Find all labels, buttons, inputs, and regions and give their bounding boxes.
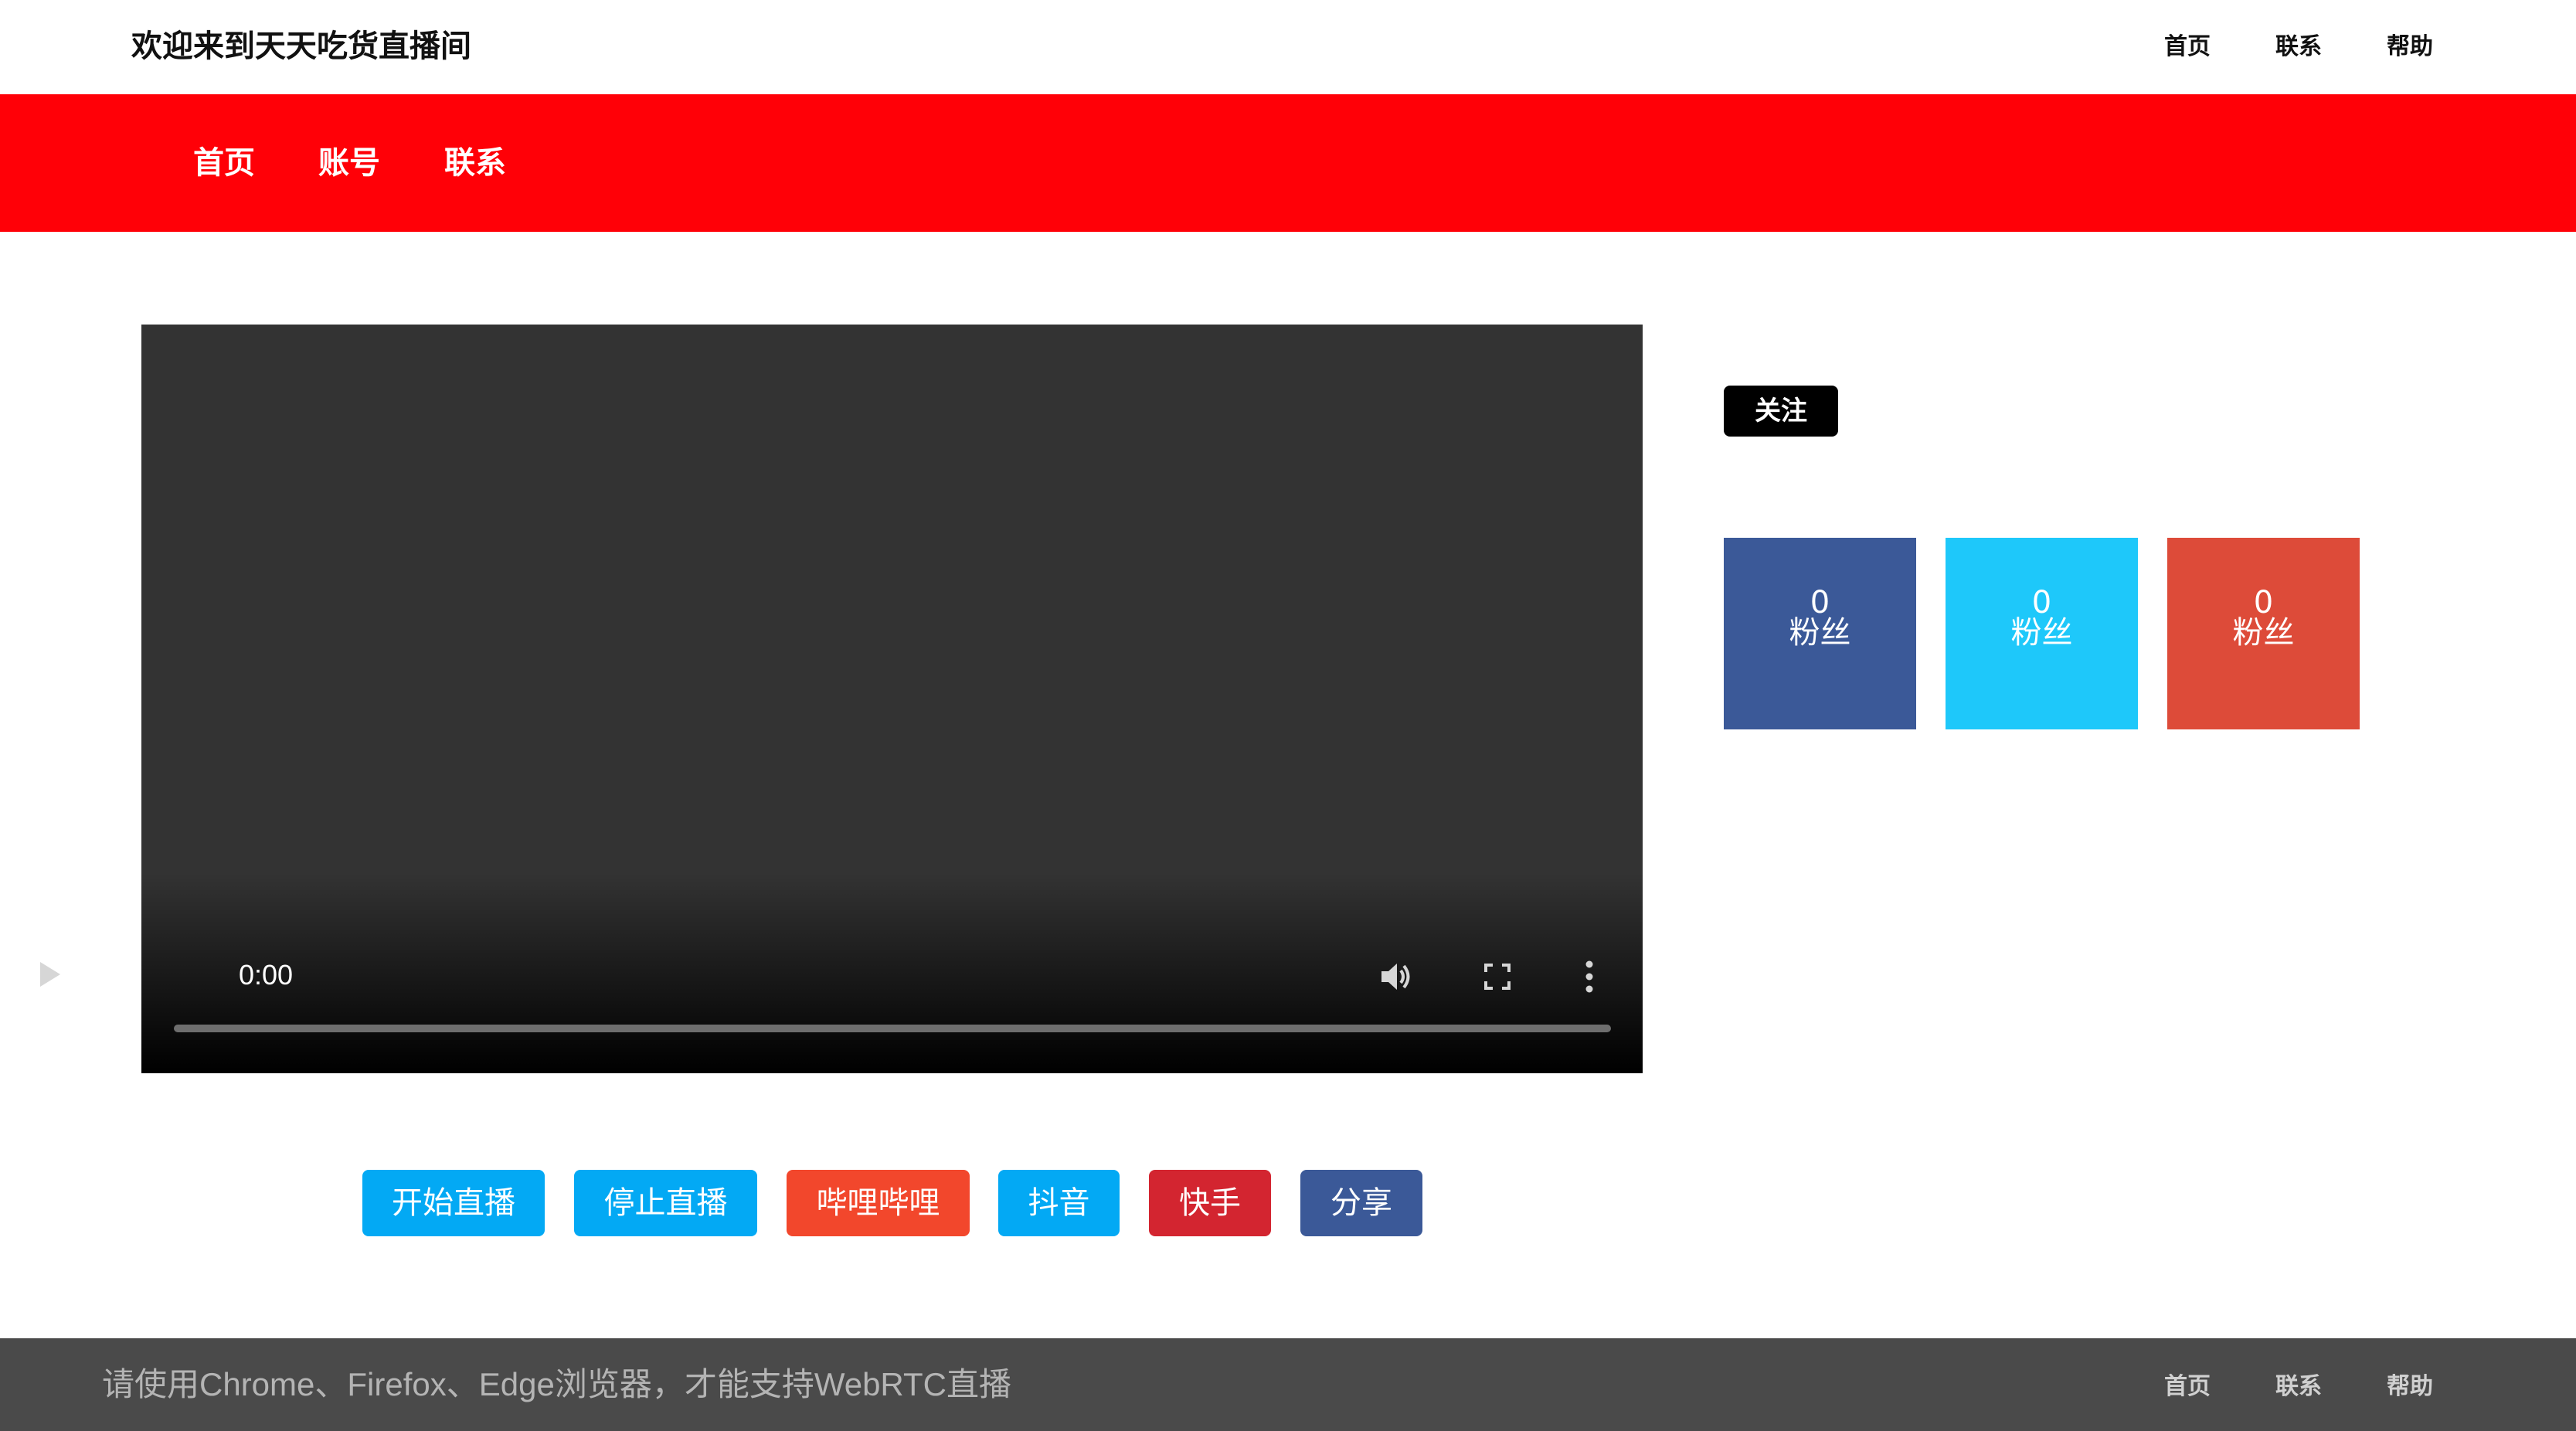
stop-live-button[interactable]: 停止直播 [574,1170,757,1236]
top-header: 欢迎来到天天吃货直播间 首页 联系 帮助 [0,0,2576,94]
main-nav: 首页 账号 联系 [0,94,2576,232]
video-progress-bar[interactable] [174,1025,1611,1032]
video-player[interactable] [141,325,1643,1073]
nav-item-account[interactable]: 账号 [318,138,380,188]
site-title: 欢迎来到天天吃货直播间 [131,29,471,64]
start-live-button[interactable]: 开始直播 [362,1170,545,1236]
kuaishou-button[interactable]: 快手 [1149,1170,1271,1236]
top-link-contact[interactable]: 联系 [2275,28,2322,66]
footer-links: 首页 联系 帮助 [2099,1368,2433,1406]
top-link-help[interactable]: 帮助 [2387,28,2433,66]
fullscreen-icon[interactable] [1483,963,1511,991]
top-links: 首页 联系 帮助 [2099,28,2433,66]
fans-stat-3[interactable]: 0 粉丝 [2167,538,2360,729]
top-link-home[interactable]: 首页 [2164,28,2211,66]
share-button[interactable]: 分享 [1300,1170,1422,1236]
nav-item-home[interactable]: 首页 [193,138,255,188]
play-icon[interactable] [40,962,60,987]
fans-stat-1[interactable]: 0 粉丝 [1724,538,1916,729]
douyin-button[interactable]: 抖音 [998,1170,1120,1236]
footer-link-help[interactable]: 帮助 [2387,1368,2433,1406]
volume-icon[interactable] [1380,961,1414,992]
follow-button[interactable]: 关注 [1724,386,1838,437]
nav-item-contact[interactable]: 联系 [444,138,506,188]
video-time: 0:00 [239,959,294,991]
fans-label: 粉丝 [2232,615,2295,651]
footer: 请使用Chrome、Firefox、Edge浏览器，才能支持WebRTC直播 首… [0,1338,2576,1431]
fans-label: 粉丝 [1789,615,1851,651]
more-options-icon[interactable] [1585,960,1594,994]
footer-link-contact[interactable]: 联系 [2275,1368,2322,1406]
fans-stat-2[interactable]: 0 粉丝 [1946,538,2138,729]
video-controls-overlay [141,872,1643,1073]
bilibili-button[interactable]: 哔哩哔哩 [787,1170,970,1236]
footer-link-home[interactable]: 首页 [2164,1368,2211,1406]
fans-label: 粉丝 [2010,615,2073,651]
browser-notice: 请使用Chrome、Firefox、Edge浏览器，才能支持WebRTC直播 [102,1366,1011,1402]
